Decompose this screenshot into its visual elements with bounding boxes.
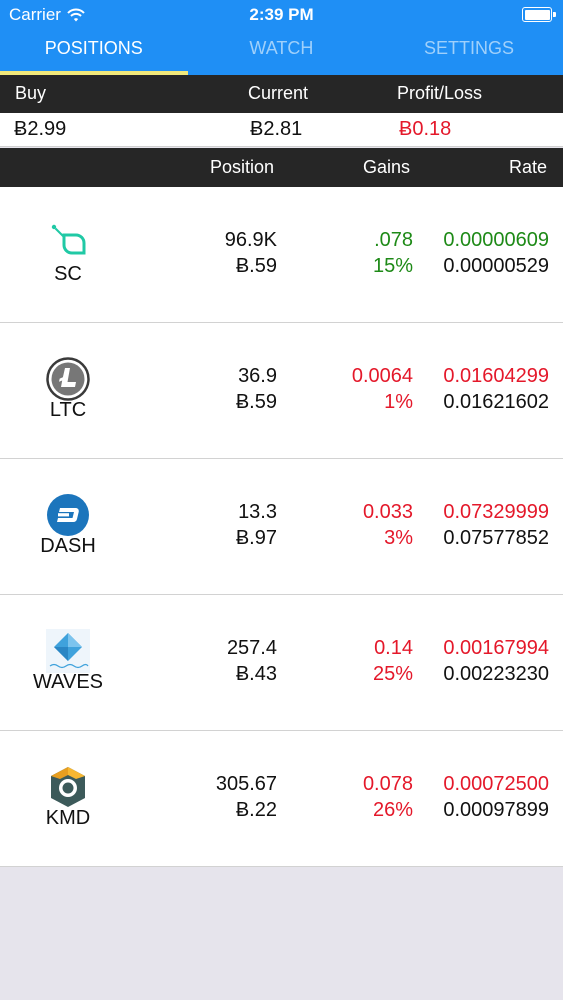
position-cost: Ƀ.22 — [235, 799, 277, 821]
buy-rate: 0.01621602 — [443, 391, 549, 413]
position-cost: Ƀ.97 — [235, 527, 277, 549]
position-amount: 13.3 — [238, 501, 277, 523]
buy-rate: 0.00000529 — [443, 255, 549, 277]
position-cost: Ƀ.59 — [235, 255, 277, 277]
summary-values: Ƀ2.99 Ƀ2.81 Ƀ0.18 — [0, 113, 563, 147]
tab-positions[interactable]: POSITIONS — [0, 30, 188, 75]
list-item[interactable]: DASH 13.3 Ƀ.97 0.033 3% 0.07329999 0.075… — [0, 459, 563, 595]
list-item[interactable]: KMD 305.67 Ƀ.22 0.078 26% 0.00072500 0.0… — [0, 731, 563, 867]
position-amount: 305.67 — [215, 773, 277, 795]
buy-header: Buy — [15, 83, 47, 103]
rate-header: Rate — [508, 157, 547, 177]
gain-percent: 3% — [384, 527, 413, 549]
list-item[interactable]: WAVES 257.4 Ƀ.43 0.14 25% 0.00167994 0.0… — [0, 595, 563, 731]
app-header: Carrier 2:39 PM POSITIONS WATCH SETTINGS — [0, 0, 563, 75]
litecoin-icon — [46, 357, 90, 401]
buy-rate: 0.00223230 — [443, 663, 549, 685]
battery-icon — [522, 7, 556, 22]
current-rate: 0.01604299 — [443, 365, 549, 387]
position-header: Position — [209, 157, 274, 177]
coin-symbol: DASH — [40, 535, 96, 557]
profit-loss-header: Profit/Loss — [397, 83, 483, 103]
profit-loss-value: Ƀ0.18 — [399, 118, 452, 140]
position-amount: 257.4 — [226, 637, 277, 659]
coin-symbol: WAVES — [32, 671, 103, 693]
coin-symbol: SC — [54, 263, 82, 285]
dash-icon — [47, 494, 89, 536]
current-rate: 0.00167994 — [443, 637, 549, 659]
status-bar: Carrier 2:39 PM — [0, 0, 563, 30]
current-rate: 0.07329999 — [443, 501, 549, 523]
gain-value: 0.033 — [362, 501, 413, 523]
coin-symbol: KMD — [45, 807, 91, 829]
current-header: Current — [248, 83, 309, 103]
tab-watch[interactable]: WATCH — [188, 30, 376, 75]
gain-value: 0.0064 — [351, 365, 413, 387]
komodo-icon — [51, 767, 85, 807]
current-rate: 0.00072500 — [443, 773, 549, 795]
current-value: Ƀ2.81 — [250, 118, 303, 140]
gain-value: .078 — [374, 229, 413, 251]
list-item[interactable]: LTC 36.9 Ƀ.59 0.0064 1% 0.01604299 0.016… — [0, 323, 563, 459]
buy-rate: 0.07577852 — [443, 527, 549, 549]
position-cost: Ƀ.43 — [235, 663, 277, 685]
current-rate: 0.00000609 — [443, 229, 549, 251]
gain-percent: 25% — [372, 663, 413, 685]
gains-header: Gains — [362, 157, 410, 177]
list-header: Position Gains Rate — [0, 148, 563, 187]
positions-list: SC 96.9K Ƀ.59 .078 15% 0.00000609 0.0000… — [0, 187, 563, 867]
coin-symbol: LTC — [49, 399, 87, 421]
gain-percent: 26% — [372, 799, 413, 821]
gain-percent: 15% — [372, 255, 413, 277]
tab-settings[interactable]: SETTINGS — [375, 30, 563, 75]
gain-percent: 1% — [384, 391, 413, 413]
waves-icon — [46, 629, 90, 673]
gain-value: 0.078 — [362, 773, 413, 795]
buy-rate: 0.00097899 — [443, 799, 549, 821]
position-amount: 96.9K — [224, 229, 277, 251]
position-cost: Ƀ.59 — [235, 391, 277, 413]
gain-value: 0.14 — [374, 637, 413, 659]
buy-value: Ƀ2.99 — [14, 118, 67, 140]
status-time: 2:39 PM — [249, 5, 314, 24]
siacoin-icon — [51, 224, 86, 255]
tab-bar: POSITIONS WATCH SETTINGS — [0, 30, 563, 75]
position-amount: 36.9 — [238, 365, 277, 387]
summary-header: Buy Current Profit/Loss — [0, 75, 563, 113]
list-item[interactable]: SC 96.9K Ƀ.59 .078 15% 0.00000609 0.0000… — [0, 187, 563, 323]
